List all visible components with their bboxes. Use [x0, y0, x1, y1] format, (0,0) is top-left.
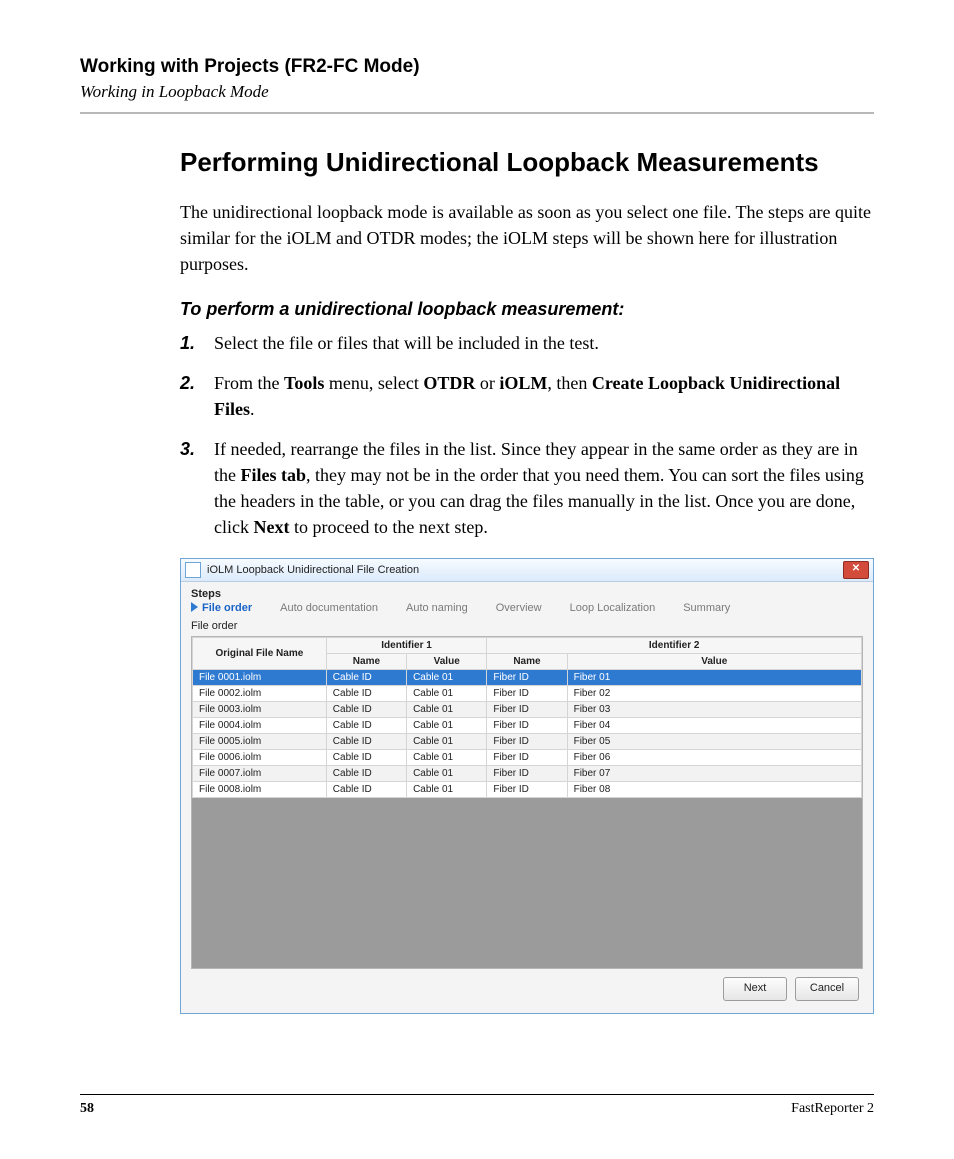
col-id1-value[interactable]: Value — [407, 654, 487, 670]
col-identifier-1[interactable]: Identifier 1 — [326, 638, 487, 654]
section-title: Working in Loopback Mode — [80, 82, 874, 102]
app-icon — [185, 562, 201, 578]
col-id1-name[interactable]: Name — [326, 654, 406, 670]
step-text: Select the file or files that will be in… — [214, 330, 599, 356]
arrow-right-icon — [191, 602, 198, 612]
file-table[interactable]: Original File Name Identifier 1 Identifi… — [192, 637, 862, 798]
content-area: Performing Unidirectional Loopback Measu… — [180, 146, 874, 1014]
procedure-steps: 1. Select the file or files that will be… — [180, 330, 874, 541]
col-original-file-name[interactable]: Original File Name — [193, 638, 327, 670]
step-3: 3. If needed, rearrange the files in the… — [180, 436, 874, 540]
col-id2-name[interactable]: Name — [487, 654, 567, 670]
wizard-step-summary[interactable]: Summary — [683, 602, 730, 614]
table-row[interactable]: File 0002.iolmCable IDCable 01Fiber IDFi… — [193, 686, 862, 702]
file-order-grid[interactable]: Original File Name Identifier 1 Identifi… — [191, 636, 863, 969]
col-id2-value[interactable]: Value — [567, 654, 861, 670]
page-header: Working with Projects (FR2-FC Mode) Work… — [80, 56, 874, 114]
step-number: 1. — [180, 330, 214, 356]
wizard-step-auto-naming[interactable]: Auto naming — [406, 602, 468, 614]
step-1: 1. Select the file or files that will be… — [180, 330, 874, 356]
wizard-step-row: File order Auto documentation Auto namin… — [191, 602, 863, 614]
wizard-step-overview[interactable]: Overview — [496, 602, 542, 614]
steps-label: Steps — [191, 588, 863, 600]
product-name: FastReporter 2 — [791, 1101, 874, 1117]
intro-paragraph: The unidirectional loopback mode is avai… — [180, 199, 874, 277]
table-row[interactable]: File 0004.iolmCable IDCable 01Fiber IDFi… — [193, 718, 862, 734]
wizard-step-file-order[interactable]: File order — [191, 602, 252, 614]
step-number: 2. — [180, 370, 214, 422]
file-order-label: File order — [191, 620, 863, 632]
chapter-title: Working with Projects (FR2-FC Mode) — [80, 56, 874, 78]
table-row[interactable]: File 0001.iolmCable IDCable 01Fiber IDFi… — [193, 670, 862, 686]
wizard-step-auto-documentation[interactable]: Auto documentation — [280, 602, 378, 614]
header-rule — [80, 112, 874, 114]
table-row[interactable]: File 0005.iolmCable IDCable 01Fiber IDFi… — [193, 734, 862, 750]
table-row[interactable]: File 0003.iolmCable IDCable 01Fiber IDFi… — [193, 702, 862, 718]
step-text: From the Tools menu, select OTDR or iOLM… — [214, 370, 874, 422]
dialog-screenshot: iOLM Loopback Unidirectional File Creati… — [180, 558, 874, 1014]
dialog-titlebar[interactable]: iOLM Loopback Unidirectional File Creati… — [181, 559, 873, 582]
table-row[interactable]: File 0008.iolmCable IDCable 01Fiber IDFi… — [193, 782, 862, 798]
next-button[interactable]: Next — [723, 977, 787, 1001]
step-2: 2. From the Tools menu, select OTDR or i… — [180, 370, 874, 422]
dialog-title: iOLM Loopback Unidirectional File Creati… — [207, 564, 843, 576]
page-footer: 58 FastReporter 2 — [80, 1094, 874, 1117]
dialog-body: Steps File order Auto documentation Auto… — [181, 582, 873, 1013]
wizard-step-loop-localization[interactable]: Loop Localization — [570, 602, 656, 614]
grid-empty-area[interactable] — [192, 798, 862, 968]
close-button[interactable]: ✕ — [843, 561, 869, 579]
table-row[interactable]: File 0007.iolmCable IDCable 01Fiber IDFi… — [193, 766, 862, 782]
cancel-button[interactable]: Cancel — [795, 977, 859, 1001]
page-number: 58 — [80, 1101, 94, 1117]
topic-heading: Performing Unidirectional Loopback Measu… — [180, 146, 874, 179]
dialog-button-row: Next Cancel — [191, 969, 863, 1003]
col-identifier-2[interactable]: Identifier 2 — [487, 638, 862, 654]
footer-rule — [80, 1094, 874, 1095]
step-number: 3. — [180, 436, 214, 540]
procedure-subheading: To perform a unidirectional loopback mea… — [180, 299, 874, 320]
table-row[interactable]: File 0006.iolmCable IDCable 01Fiber IDFi… — [193, 750, 862, 766]
step-text: If needed, rearrange the files in the li… — [214, 436, 874, 540]
